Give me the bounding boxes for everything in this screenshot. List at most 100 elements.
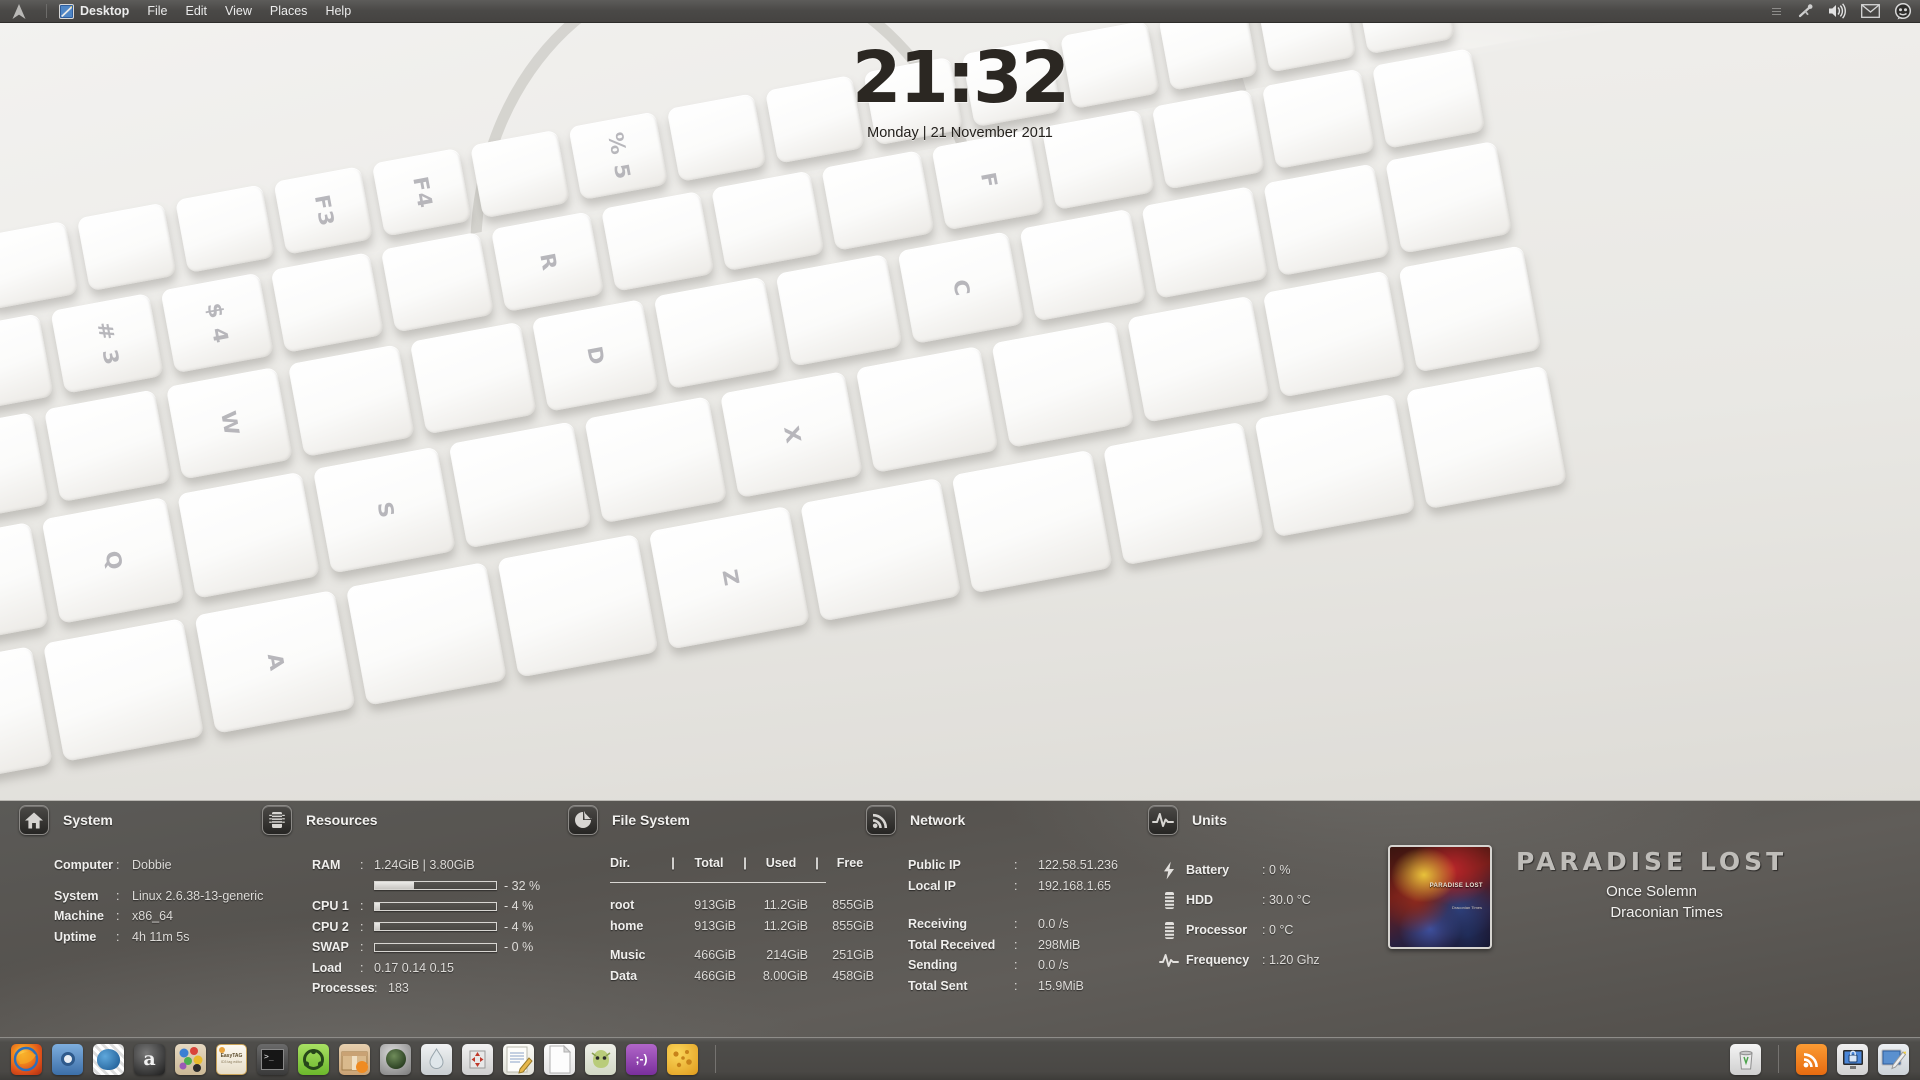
album-art-subtitle: Draconian Times: [1451, 905, 1482, 910]
mail-envelope-icon[interactable]: [1861, 0, 1880, 23]
banshee-icon[interactable]: [380, 1043, 411, 1075]
resources-pct-ram: - 32 %: [504, 878, 541, 893]
text-editor-icon[interactable]: [503, 1043, 534, 1075]
audacious-icon[interactable]: a: [134, 1043, 165, 1075]
ubuntu-software-center-icon[interactable]: [298, 1043, 329, 1075]
dock-right-group: [1725, 1043, 1914, 1075]
droplet-icon[interactable]: [421, 1043, 452, 1075]
resources-value-processes: 183: [388, 981, 409, 995]
menu-places-label: Places: [269, 4, 308, 18]
fs-dir-root: root: [610, 898, 635, 912]
fs-header-sep2: |: [743, 856, 747, 870]
volume-speaker-icon[interactable]: [1828, 0, 1847, 23]
ubuntu-logo-icon[interactable]: [0, 3, 38, 20]
pie-chart-icon: [568, 805, 598, 835]
network-row-public-ip: Public IP : 122.58.51.236: [908, 855, 1118, 876]
network-row-receiving: Receiving : 0.0 /s: [908, 914, 1118, 935]
menu-file[interactable]: File: [138, 0, 176, 22]
brasero-icon[interactable]: [585, 1043, 616, 1075]
chromium-icon[interactable]: [52, 1043, 83, 1075]
network-row-total-received: Total Received : 298MiB: [908, 935, 1118, 956]
network-value-local-ip: 192.168.1.65: [1038, 878, 1111, 893]
wallpaper-key: [448, 421, 592, 549]
screen-resolution-icon[interactable]: [462, 1043, 493, 1075]
conky-network-header: Network: [866, 801, 1118, 839]
conky-system-panel: System Computer : Dobbie System : Linux …: [0, 800, 1920, 1037]
conky-network-body: Public IP : 122.58.51.236 Local IP : 192…: [908, 855, 1118, 996]
pidgin-icon[interactable]: ;-): [626, 1043, 657, 1075]
now-playing-widget: PARADISE LOST Draconian Times PARADISE L…: [1388, 845, 1787, 949]
wallpaper-key: [1141, 186, 1269, 299]
colon: :: [360, 919, 364, 934]
wallpaper-key: [710, 170, 825, 272]
colon: :: [360, 899, 364, 914]
wallpaper-key: [855, 345, 999, 474]
lock-screen-icon[interactable]: [1837, 1043, 1868, 1075]
units-label-processor: Processor: [1186, 923, 1248, 937]
wallpaper-key: S: [312, 446, 456, 574]
bluetooth-icon[interactable]: [1797, 0, 1814, 23]
resources-pct-cpu2: - 4 %: [504, 919, 534, 934]
units-value-battery: : 0 %: [1262, 863, 1291, 877]
wallpaper-key: [43, 389, 172, 503]
wallpaper-key: [380, 231, 495, 333]
bottom-dock: a EasyTAG ID3 tag editor >_ ;-): [0, 1037, 1920, 1080]
pulse-wave-icon: [1148, 805, 1178, 835]
dock-divider: [715, 1045, 716, 1073]
network-label-receiving: Receiving: [908, 917, 968, 931]
system-tray: [1772, 0, 1920, 23]
rss-feed-icon[interactable]: [1796, 1043, 1827, 1075]
conky-resources-title: Resources: [306, 812, 378, 828]
conky-units-body: Battery : 0 % HDD : 30.0 °C Processor: …: [1152, 855, 1320, 975]
trash-icon[interactable]: [1730, 1043, 1761, 1075]
table-row: Data 466GiB 8.00GiB 458GiB: [610, 966, 876, 987]
wallpaper-key: [1263, 163, 1391, 277]
menu-view-label: View: [225, 4, 252, 18]
network-value-receiving: 0.0 /s: [1038, 917, 1069, 931]
firefox-icon[interactable]: [11, 1043, 42, 1075]
colon: :: [116, 888, 120, 903]
messaging-status-icon[interactable]: [1894, 0, 1912, 23]
menu-desktop[interactable]: Desktop: [55, 0, 138, 22]
wallpaper-key: W: [165, 366, 294, 480]
wallpaper-key: [1126, 295, 1271, 423]
gimp-icon[interactable]: [175, 1043, 206, 1075]
now-playing-text: PARADISE LOST Once Solemn Draconian Time…: [1516, 845, 1787, 923]
wallpaper-key: [1398, 245, 1542, 373]
wallpaper-key: [991, 320, 1135, 448]
menu-help[interactable]: Help: [316, 0, 360, 22]
wallpaper-key: [951, 449, 1113, 594]
colon: :: [116, 858, 120, 872]
archive-manager-icon[interactable]: [339, 1043, 370, 1075]
units-row-battery: Battery : 0 %: [1152, 855, 1320, 885]
easytag-icon[interactable]: EasyTAG ID3 tag editor: [216, 1043, 247, 1075]
colon: :: [360, 858, 364, 872]
clock-date: Monday | 21 November 2011: [867, 125, 1053, 141]
system-label-machine: Machine: [54, 909, 105, 923]
top-panel: Desktop File Edit View Places Help: [0, 0, 1920, 23]
home-icon: [19, 805, 49, 835]
menu-edit[interactable]: Edit: [176, 0, 216, 22]
wallpaper-key: [42, 617, 205, 762]
cheese-icon[interactable]: [667, 1043, 698, 1075]
menu-places[interactable]: Places: [261, 0, 317, 22]
conky-fs-header: File System: [568, 801, 876, 839]
conky-resources-header: Resources: [262, 801, 540, 839]
now-playing-song: Once Solemn: [1606, 883, 1698, 900]
conky-system-title: System: [63, 812, 113, 828]
conky-resources-body: RAM : 1.24GiB | 3.80GiB - 32 % CPU 1 : -…: [312, 855, 540, 999]
wallpaper-key: Z: [648, 505, 811, 650]
libreoffice-icon[interactable]: [544, 1043, 575, 1075]
thunderbird-icon[interactable]: [93, 1043, 124, 1075]
wallpaper-key: [1019, 208, 1147, 322]
terminal-icon[interactable]: >_: [257, 1043, 288, 1075]
desktop-settings-icon[interactable]: [1878, 1043, 1909, 1075]
resources-row-load: Load : 0.17 0.14 0.15: [312, 958, 540, 979]
resources-pct-cpu1: - 4 %: [504, 899, 534, 914]
wallpaper-key: F3: [273, 166, 374, 255]
menu-view[interactable]: View: [216, 0, 261, 22]
progress-bar-cpu1: [374, 901, 497, 911]
wallpaper-key: $ 4: [160, 272, 275, 374]
hdd-icon: [1152, 891, 1186, 910]
grip-handle-icon[interactable]: [1772, 7, 1781, 15]
